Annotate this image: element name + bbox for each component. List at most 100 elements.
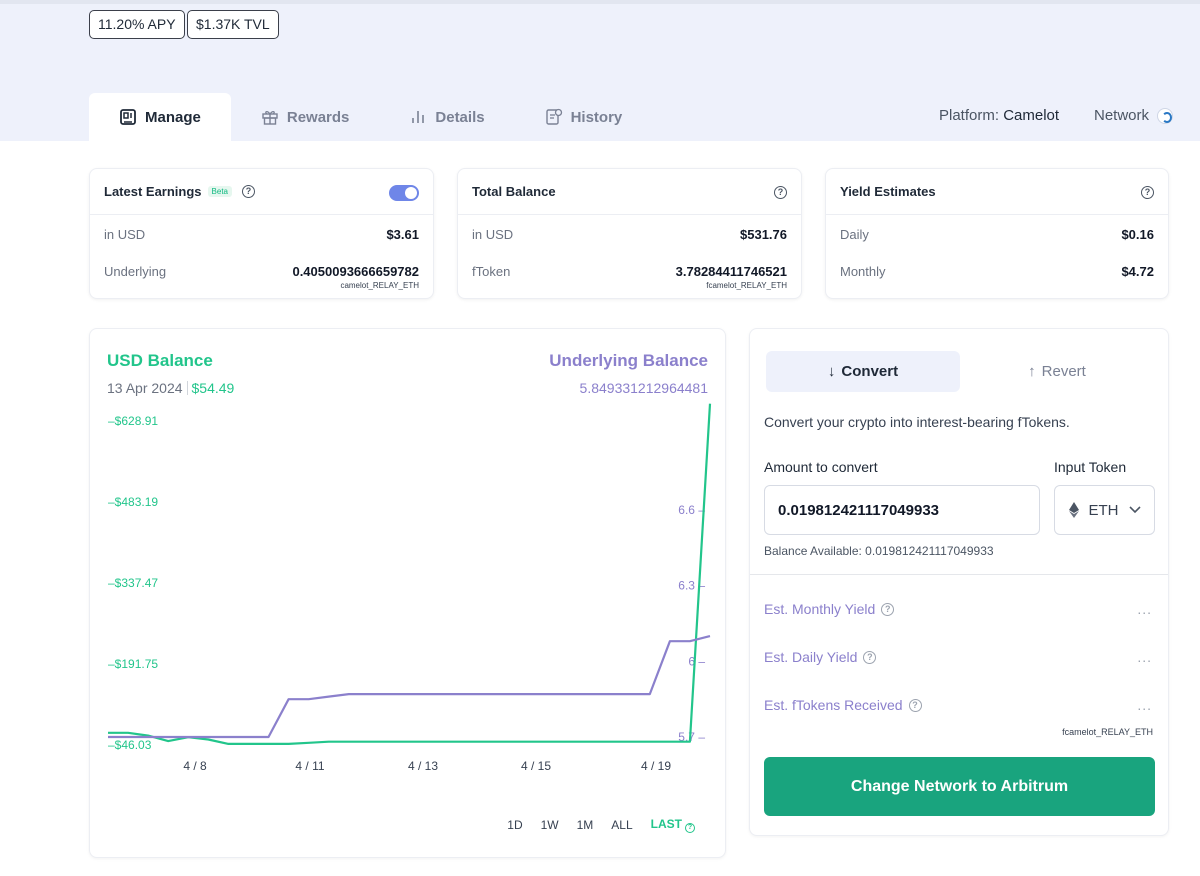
range-selector: 1D 1W 1M ALL LAST? <box>507 817 695 833</box>
row-label: Daily <box>840 227 869 242</box>
y-right-tick-label: 6.3 – <box>678 579 705 593</box>
y-left-tick-label: –$46.03 <box>108 738 152 752</box>
network-label: Network <box>1094 107 1150 124</box>
wallet-icon <box>120 109 136 125</box>
x-tick-label: 4 / 8 <box>183 759 207 773</box>
est-label: Est. Daily Yield <box>764 649 858 665</box>
row-value: 3.78284411746521 <box>675 264 787 279</box>
help-icon[interactable]: ? <box>881 602 895 616</box>
tab-details-label: Details <box>435 108 485 126</box>
platform-value: Camelot <box>1003 107 1060 124</box>
range-1m[interactable]: 1M <box>577 818 594 832</box>
y-left-tick-label: –$191.75 <box>108 657 158 671</box>
chevron-down-icon <box>1128 506 1141 514</box>
row-value: $4.72 <box>1121 264 1154 279</box>
row-unit: fcamelot_RELAY_ETH <box>706 281 787 290</box>
series-line <box>108 635 711 739</box>
est-ftokens-received: Est. fTokens Received ? <box>764 697 922 713</box>
revert-tab[interactable]: ↑ Revert <box>960 351 1154 392</box>
balance-ftoken-row: fToken 3.78284411746521 <box>472 264 787 279</box>
x-tick-label: 4 / 15 <box>521 759 551 773</box>
yield-estimates-card: Yield Estimates ? Daily $0.16 Monthly $4… <box>825 168 1169 299</box>
balance-line-chart[interactable]: –$628.91 –$483.19 –$337.47 –$191.75 –$46.03 6… <box>90 329 727 859</box>
ftoken-unit: fcamelot_RELAY_ETH <box>1062 727 1153 737</box>
help-icon[interactable]: ? <box>774 186 787 199</box>
platform-info: Platform: Camelot <box>939 107 1059 124</box>
x-tick-label: 4 / 19 <box>641 759 671 773</box>
card-header: Latest Earnings Beta ? <box>90 169 433 215</box>
range-last[interactable]: LAST? <box>651 817 695 833</box>
platform-label: Platform: <box>939 107 1000 124</box>
convert-card: ↓ Convert ↑ Revert Convert your crypto int… <box>749 328 1169 836</box>
y-left-tick-label: –$483.19 <box>108 495 158 509</box>
card-title: Yield Estimates <box>840 184 936 199</box>
est-value: ... <box>1137 697 1152 713</box>
row-value: 0.4050093666659782 <box>292 264 419 279</box>
tab-history[interactable]: History <box>515 93 653 141</box>
row-label: fToken <box>472 264 511 279</box>
change-network-button[interactable]: Change Network to Arbitrum <box>764 757 1155 816</box>
input-token-label: Input Token <box>1054 459 1127 475</box>
help-icon[interactable]: ? <box>685 823 695 833</box>
series-line <box>108 403 712 745</box>
tab-manage-label: Manage <box>145 108 201 126</box>
tab-rewards-label: Rewards <box>286 108 350 126</box>
network-info[interactable]: Network <box>1094 107 1174 124</box>
range-all[interactable]: ALL <box>611 818 632 832</box>
y-right-tick-label: 6 – <box>688 654 705 668</box>
bars-icon <box>412 111 425 123</box>
row-label: Underlying <box>104 264 167 279</box>
gift-icon <box>262 111 278 125</box>
amount-input[interactable] <box>764 485 1040 535</box>
earnings-usd-row: in USD $3.61 <box>104 227 419 242</box>
arrow-up-icon: ↑ <box>1028 363 1036 380</box>
tab-rewards[interactable]: Rewards <box>231 93 380 141</box>
convert-revert-toggle: ↓ Convert ↑ Revert <box>766 351 1154 392</box>
row-value: $531.76 <box>740 227 787 242</box>
token-label: ETH <box>1088 501 1119 519</box>
est-label: Est. Monthly Yield <box>764 601 876 617</box>
balance-available: Balance Available: 0.019812421117049933 <box>764 544 994 558</box>
convert-tab[interactable]: ↓ Convert <box>766 351 960 392</box>
tvl-chip: $1.37K TVL <box>187 10 279 39</box>
x-tick-label: 4 / 11 <box>295 759 324 773</box>
tab-bar: Manage Rewards Details History <box>89 93 652 141</box>
ethereum-icon <box>1068 502 1079 518</box>
help-icon[interactable]: ? <box>908 698 922 712</box>
help-icon[interactable]: ? <box>863 650 877 664</box>
token-select[interactable]: ETH <box>1054 485 1155 535</box>
total-balance-card: Total Balance ? in USD $531.76 fToken 3.… <box>457 168 802 299</box>
yield-monthly-row: Monthly $4.72 <box>840 264 1154 279</box>
range-1w[interactable]: 1W <box>541 818 559 832</box>
help-icon[interactable]: ? <box>1141 186 1154 199</box>
beta-badge: Beta <box>207 186 232 197</box>
amount-label: Amount to convert <box>764 459 878 475</box>
row-label: in USD <box>104 227 146 242</box>
history-icon <box>545 108 562 125</box>
y-left-tick-label: –$337.47 <box>108 576 158 590</box>
est-monthly-yield: Est. Monthly Yield ? <box>764 601 895 617</box>
row-value: $3.61 <box>386 227 419 242</box>
apy-chip: 11.20% APY <box>89 10 185 39</box>
revert-tab-label: Revert <box>1041 363 1086 380</box>
tab-history-label: History <box>570 108 623 126</box>
earnings-toggle[interactable] <box>389 185 419 201</box>
tab-manage[interactable]: Manage <box>89 93 231 141</box>
x-tick-label: 4 / 13 <box>408 759 438 773</box>
tab-details[interactable]: Details <box>379 93 514 141</box>
arbitrum-network-icon <box>1157 107 1174 124</box>
card-title: Latest Earnings <box>104 184 202 199</box>
help-icon[interactable]: ? <box>242 185 255 198</box>
est-value: ... <box>1137 649 1152 665</box>
balance-chart-card: USD Balance 13 Apr 2024 $54.49 Underlying… <box>89 328 726 858</box>
range-1d[interactable]: 1D <box>507 818 522 832</box>
row-unit: camelot_RELAY_ETH <box>340 281 419 290</box>
latest-earnings-card: Latest Earnings Beta ? in USD $3.61 Unde… <box>89 168 434 299</box>
card-header: Total Balance ? <box>458 169 801 215</box>
earnings-underlying-row: Underlying 0.4050093666659782 <box>104 264 419 279</box>
est-daily-yield: Est. Daily Yield ? <box>764 649 877 665</box>
row-label: in USD <box>472 227 514 242</box>
arrow-down-icon: ↓ <box>827 363 836 380</box>
y-right-tick-label: 6.6 – <box>678 503 705 517</box>
row-value: $0.16 <box>1121 227 1154 242</box>
